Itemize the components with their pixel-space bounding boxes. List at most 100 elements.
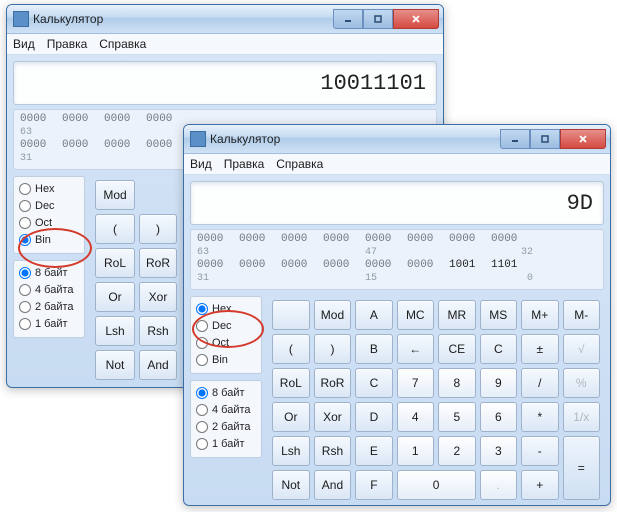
key-rparen[interactable]: ) — [314, 334, 352, 364]
menu-help[interactable]: Справка — [99, 37, 146, 51]
key-C[interactable]: C — [355, 368, 392, 398]
key-or[interactable]: Or — [272, 402, 310, 432]
bit-display: 0000000000000000 0000000000000000 63 473… — [190, 229, 604, 290]
key-inv[interactable]: 1/x — [563, 402, 600, 432]
key-xor[interactable]: Xor — [314, 402, 352, 432]
key-div[interactable]: / — [521, 368, 558, 398]
key-mod[interactable]: Mod — [95, 180, 135, 210]
key-2[interactable]: 2 — [438, 436, 476, 466]
base-group: Hex Dec Oct Bin — [190, 296, 262, 374]
key-rparen[interactable]: ) — [139, 214, 177, 244]
window-title: Калькулятор — [33, 12, 333, 26]
key-mplus[interactable]: M+ — [521, 300, 558, 330]
key-9[interactable]: 9 — [480, 368, 518, 398]
wordsize-group: 8 байт 4 байта 2 байта 1 байт — [190, 380, 262, 458]
radio-4byte[interactable]: 4 байта — [196, 402, 256, 419]
key-ror[interactable]: RoR — [139, 248, 177, 278]
radio-4byte[interactable]: 4 байта — [19, 282, 79, 299]
radio-8byte[interactable]: 8 байт — [19, 265, 79, 282]
key-add[interactable]: + — [521, 470, 558, 500]
menu-view[interactable]: Вид — [13, 37, 35, 51]
key-1[interactable]: 1 — [397, 436, 435, 466]
key-ms[interactable]: MS — [480, 300, 518, 330]
radio-bin[interactable]: Bin — [196, 352, 256, 369]
key-4[interactable]: 4 — [397, 402, 435, 432]
key-not[interactable]: Not — [95, 350, 135, 380]
radio-2byte[interactable]: 2 байта — [19, 299, 79, 316]
radio-2byte[interactable]: 2 байта — [196, 419, 256, 436]
key-c[interactable]: C — [480, 334, 518, 364]
key-mr[interactable]: MR — [438, 300, 476, 330]
key-rsh[interactable]: Rsh — [314, 436, 352, 466]
key-0[interactable]: 0 — [397, 470, 476, 500]
key-rol[interactable]: RoL — [95, 248, 135, 278]
radio-oct[interactable]: Oct — [196, 335, 256, 352]
calc-window-2: Калькулятор Вид Правка Справка 9D 000000… — [183, 124, 611, 506]
menu-view[interactable]: Вид — [190, 157, 212, 171]
menu-edit[interactable]: Правка — [224, 157, 265, 171]
key-E[interactable]: E — [355, 436, 392, 466]
key-plusminus[interactable]: ± — [521, 334, 558, 364]
minimize-button[interactable] — [500, 129, 530, 149]
key-blank[interactable] — [272, 300, 310, 330]
wordsize-group: 8 байт 4 байта 2 байта 1 байт — [13, 260, 85, 338]
key-and[interactable]: And — [314, 470, 352, 500]
key-5[interactable]: 5 — [438, 402, 476, 432]
maximize-button[interactable] — [530, 129, 560, 149]
menubar: Вид Правка Справка — [7, 34, 443, 55]
display: 9D — [190, 181, 604, 225]
key-ror[interactable]: RoR — [314, 368, 352, 398]
radio-hex[interactable]: Hex — [196, 301, 256, 318]
radio-8byte[interactable]: 8 байт — [196, 385, 256, 402]
key-eq[interactable]: = — [563, 436, 600, 500]
titlebar[interactable]: Калькулятор — [7, 5, 443, 34]
titlebar[interactable]: Калькулятор — [184, 125, 610, 154]
key-B[interactable]: B — [355, 334, 392, 364]
radio-1byte[interactable]: 1 байт — [19, 316, 79, 333]
key-A[interactable]: A — [355, 300, 392, 330]
radio-dec[interactable]: Dec — [196, 318, 256, 335]
keypad: Mod A MC MR MS M+ M- ( ) B ← CE C ± √ — [268, 296, 604, 504]
key-sqrt[interactable]: √ — [563, 334, 600, 364]
key-lparen[interactable]: ( — [95, 214, 135, 244]
radio-dec[interactable]: Dec — [19, 198, 79, 215]
calc-icon — [190, 131, 206, 147]
key-not[interactable]: Not — [272, 470, 310, 500]
key-percent[interactable]: % — [563, 368, 600, 398]
key-backspace[interactable]: ← — [397, 334, 435, 364]
key-dot[interactable]: . — [480, 470, 518, 500]
calc-icon — [13, 11, 29, 27]
key-or[interactable]: Or — [95, 282, 135, 312]
key-3[interactable]: 3 — [480, 436, 518, 466]
key-ce[interactable]: CE — [438, 334, 476, 364]
radio-hex[interactable]: Hex — [19, 181, 79, 198]
key-D[interactable]: D — [355, 402, 392, 432]
key-rsh[interactable]: Rsh — [139, 316, 177, 346]
key-F[interactable]: F — [355, 470, 392, 500]
radio-1byte[interactable]: 1 байт — [196, 436, 256, 453]
window-title: Калькулятор — [210, 132, 500, 146]
key-rol[interactable]: RoL — [272, 368, 310, 398]
key-lsh[interactable]: Lsh — [272, 436, 310, 466]
maximize-button[interactable] — [363, 9, 393, 29]
radio-bin[interactable]: Bin — [19, 232, 79, 249]
close-button[interactable] — [560, 129, 606, 149]
minimize-button[interactable] — [333, 9, 363, 29]
key-8[interactable]: 8 — [438, 368, 476, 398]
key-lparen[interactable]: ( — [272, 334, 310, 364]
key-sub[interactable]: - — [521, 436, 558, 466]
menu-help[interactable]: Справка — [276, 157, 323, 171]
radio-oct[interactable]: Oct — [19, 215, 79, 232]
key-mc[interactable]: MC — [397, 300, 435, 330]
key-and[interactable]: And — [139, 350, 177, 380]
key-mul[interactable]: * — [521, 402, 558, 432]
key-6[interactable]: 6 — [480, 402, 518, 432]
key-7[interactable]: 7 — [397, 368, 435, 398]
key-xor[interactable]: Xor — [139, 282, 177, 312]
base-group: Hex Dec Oct Bin — [13, 176, 85, 254]
key-mminus[interactable]: M- — [563, 300, 600, 330]
key-lsh[interactable]: Lsh — [95, 316, 135, 346]
close-button[interactable] — [393, 9, 439, 29]
key-mod[interactable]: Mod — [314, 300, 352, 330]
menu-edit[interactable]: Правка — [47, 37, 88, 51]
